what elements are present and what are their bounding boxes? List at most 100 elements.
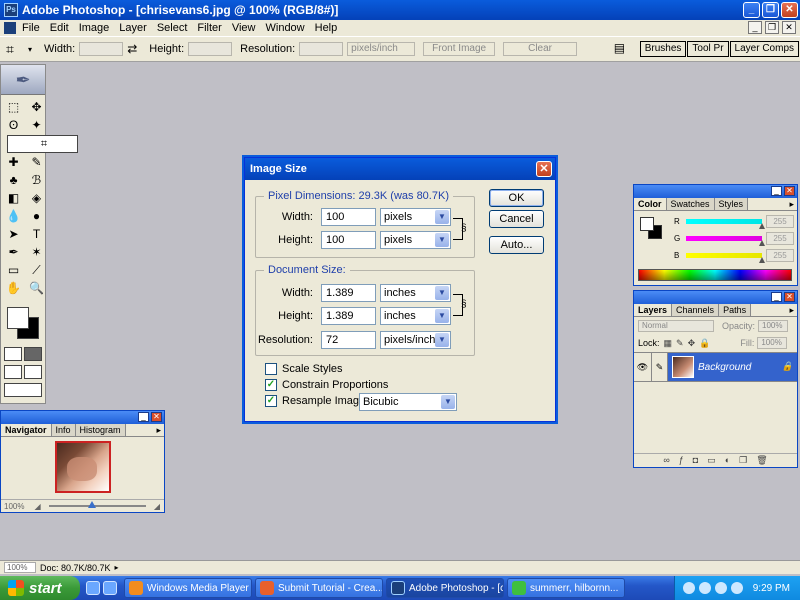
green-value[interactable]: 255: [766, 232, 794, 245]
width-input[interactable]: [79, 42, 124, 56]
front-image-button[interactable]: Front Image: [423, 42, 496, 56]
cancel-button[interactable]: Cancel: [489, 210, 544, 228]
clock[interactable]: 9:29 PM: [753, 583, 790, 594]
navigator-thumbnail[interactable]: [54, 441, 111, 493]
height-input[interactable]: [188, 42, 233, 56]
doc-close-button[interactable]: ✕: [782, 21, 796, 34]
navigator-zoom-value[interactable]: 100%: [4, 502, 24, 511]
resample-method-select[interactable]: Bicubic ▼: [359, 393, 457, 411]
blur-tool-icon[interactable]: 💧: [3, 208, 24, 225]
auto-button[interactable]: Auto...: [489, 236, 544, 254]
scale-styles-checkbox[interactable]: Scale Styles: [265, 363, 343, 375]
color-spectrum-ramp[interactable]: [638, 269, 792, 281]
tab-navigator[interactable]: Navigator: [1, 424, 52, 436]
type-tool-icon[interactable]: T: [26, 226, 47, 243]
palette-tab-brushes[interactable]: Brushes: [639, 41, 687, 57]
trash-icon[interactable]: 🗑: [756, 455, 767, 467]
pixel-height-input[interactable]: 100: [321, 231, 376, 249]
taskbar-item-media-player[interactable]: Windows Media Player: [124, 578, 252, 598]
brush-link-icon[interactable]: ✎: [652, 353, 668, 381]
clone-stamp-icon[interactable]: ♣: [3, 172, 24, 189]
blue-slider[interactable]: [686, 253, 765, 263]
menu-view[interactable]: View: [232, 22, 256, 34]
eye-icon[interactable]: 👁: [634, 353, 652, 381]
foreground-color-swatch[interactable]: [7, 307, 29, 329]
adjustment-layer-icon[interactable]: ◐: [725, 455, 730, 467]
color-menu-arrow-icon[interactable]: ▸: [789, 198, 794, 210]
hand-tool-icon[interactable]: ✋: [3, 280, 24, 297]
tray-icon[interactable]: [714, 582, 727, 594]
zoom-tool-icon[interactable]: 🔍: [26, 280, 47, 297]
new-set-icon[interactable]: ▭: [707, 455, 716, 467]
layer-row[interactable]: 👁 ✎ Background 🔒: [634, 352, 797, 382]
document-icon[interactable]: [4, 22, 16, 34]
doc-minimize-button[interactable]: _: [748, 21, 762, 34]
jump-to-imageready-button[interactable]: [4, 383, 42, 397]
close-button[interactable]: ✕: [781, 2, 798, 18]
paint-bucket-icon[interactable]: ◈: [26, 190, 47, 207]
layers-panel-close-button[interactable]: ✕: [784, 292, 795, 302]
lock-position-icon[interactable]: ✥: [688, 338, 696, 349]
tray-icon[interactable]: [682, 582, 695, 594]
doc-size-info[interactable]: Doc: 80.7K/80.7K: [40, 563, 111, 573]
navigator-close-button[interactable]: ✕: [151, 412, 162, 422]
screen-mode-full-button[interactable]: [24, 365, 42, 379]
tab-info[interactable]: Info: [51, 424, 76, 436]
resample-image-checkbox[interactable]: ✓ Resample Image:: [265, 395, 368, 407]
tab-color[interactable]: Color: [634, 198, 667, 210]
file-browser-icon[interactable]: ▤: [614, 41, 634, 57]
taskbar-item-messenger[interactable]: summerr, hilbornn...: [507, 578, 625, 598]
dodge-tool-icon[interactable]: ●: [26, 208, 47, 225]
color-foreground-swatch[interactable]: [640, 217, 654, 231]
tab-channels[interactable]: Channels: [672, 304, 720, 316]
resolution-units-select[interactable]: pixels/inch: [347, 42, 416, 56]
navigator-zoom-slider[interactable]: [48, 501, 146, 508]
screen-mode-standard-button[interactable]: [4, 365, 22, 379]
palette-tab-tool-presets[interactable]: Tool Pr: [687, 41, 729, 57]
healing-brush-icon[interactable]: ✚: [3, 154, 24, 171]
navigator-menu-arrow-icon[interactable]: ▸: [156, 424, 161, 436]
crop-tool-icon[interactable]: ⌗: [6, 41, 28, 58]
menu-help[interactable]: Help: [315, 22, 338, 34]
layers-menu-arrow-icon[interactable]: ▸: [789, 304, 794, 316]
lock-all-icon[interactable]: 🔒: [699, 338, 710, 349]
blue-value[interactable]: 255: [766, 249, 794, 262]
opacity-input[interactable]: 100%: [758, 320, 789, 332]
minimize-button[interactable]: _: [743, 2, 760, 18]
tab-layers[interactable]: Layers: [634, 304, 673, 316]
fill-input[interactable]: 100%: [757, 337, 788, 349]
resolution-input[interactable]: [299, 42, 344, 56]
quicklaunch-icon[interactable]: [103, 581, 117, 595]
swap-icon[interactable]: ⇄: [127, 42, 137, 56]
link-layers-icon[interactable]: ∞: [663, 455, 669, 467]
green-slider[interactable]: [686, 236, 765, 246]
ok-button[interactable]: OK: [489, 189, 544, 207]
move-tool-icon[interactable]: ✥: [26, 99, 47, 116]
restore-button[interactable]: ❐: [762, 2, 779, 18]
menu-image[interactable]: Image: [79, 22, 110, 34]
palette-tab-layer-comps[interactable]: Layer Comps: [729, 41, 799, 57]
tray-icon[interactable]: [698, 582, 711, 594]
checkmark-icon[interactable]: ✓: [265, 395, 277, 407]
doc-width-input[interactable]: 1.389: [321, 284, 376, 302]
notes-tool-icon[interactable]: ▭: [3, 262, 24, 279]
layers-panel-minimize-button[interactable]: _: [771, 292, 782, 302]
marquee-tool-icon[interactable]: ⬚: [3, 99, 24, 116]
menu-select[interactable]: Select: [157, 22, 188, 34]
menu-edit[interactable]: Edit: [50, 22, 69, 34]
pixel-width-input[interactable]: 100: [321, 208, 376, 226]
eraser-tool-icon[interactable]: ◧: [3, 190, 24, 207]
start-button[interactable]: start: [0, 576, 80, 600]
menu-file[interactable]: File: [22, 22, 40, 34]
doc-restore-button[interactable]: ❐: [765, 21, 779, 34]
clear-button[interactable]: Clear: [503, 42, 577, 56]
tray-icon[interactable]: [730, 582, 743, 594]
zoom-out-icon[interactable]: ◢: [34, 502, 40, 511]
layer-style-icon[interactable]: ƒ: [679, 455, 684, 467]
color-panel-minimize-button[interactable]: _: [771, 186, 782, 196]
pixel-width-unit-select[interactable]: pixels ▼: [380, 208, 451, 226]
pixel-height-unit-select[interactable]: pixels ▼: [380, 231, 451, 249]
tab-histogram[interactable]: Histogram: [75, 424, 126, 436]
pen-tool-icon[interactable]: ✒: [3, 244, 24, 261]
red-value[interactable]: 255: [766, 215, 794, 228]
